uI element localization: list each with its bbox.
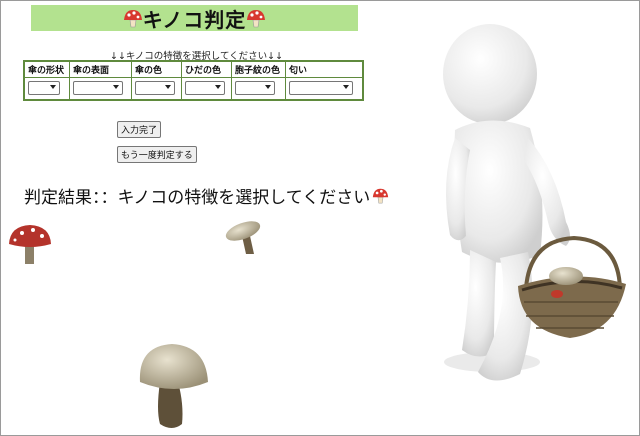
- result-text: 判定結果：：キノコの特徴を選択してください: [24, 183, 389, 208]
- column-header: ひだの色: [181, 60, 232, 78]
- column-header: 胞子紋の色: [231, 60, 286, 78]
- tan-mushroom-illustration: [225, 221, 261, 254]
- submit-button[interactable]: 入力完了: [117, 121, 162, 138]
- chevron-down-icon: [215, 85, 221, 89]
- column-header: 傘の色: [131, 60, 182, 78]
- red-mushroom-illustration: [9, 225, 51, 264]
- mushroom-icon: [373, 188, 389, 204]
- cap-surface-select[interactable]: [73, 81, 123, 95]
- large-mushroom-illustration: [139, 344, 208, 428]
- spore-print-color-select[interactable]: [235, 81, 275, 95]
- chevron-down-icon: [265, 85, 271, 89]
- chevron-down-icon: [165, 85, 171, 89]
- column-header: 傘の形状: [23, 60, 70, 78]
- gill-color-select[interactable]: [185, 81, 225, 95]
- feature-table: 傘の形状 傘の表面 傘の色 ひだの色 胞子紋の色 匂い: [23, 60, 364, 101]
- retry-button[interactable]: もう一度判定する: [117, 146, 197, 163]
- cap-color-select[interactable]: [135, 81, 175, 95]
- mushroom-icon: [247, 10, 266, 28]
- chevron-down-icon: [50, 85, 56, 89]
- cap-shape-select[interactable]: [28, 81, 60, 95]
- page-title: キノコ判定: [142, 7, 247, 32]
- mushroom-icon: [123, 10, 142, 28]
- result-label: 判定結果：：キノコの特徴を選択してください: [24, 188, 371, 208]
- column-header: 傘の表面: [69, 60, 132, 78]
- chevron-down-icon: [343, 85, 349, 89]
- chevron-down-icon: [113, 85, 119, 89]
- column-header: 匂い: [285, 60, 364, 78]
- odor-select[interactable]: [289, 81, 353, 95]
- title-bar: キノコ判定: [31, 5, 358, 32]
